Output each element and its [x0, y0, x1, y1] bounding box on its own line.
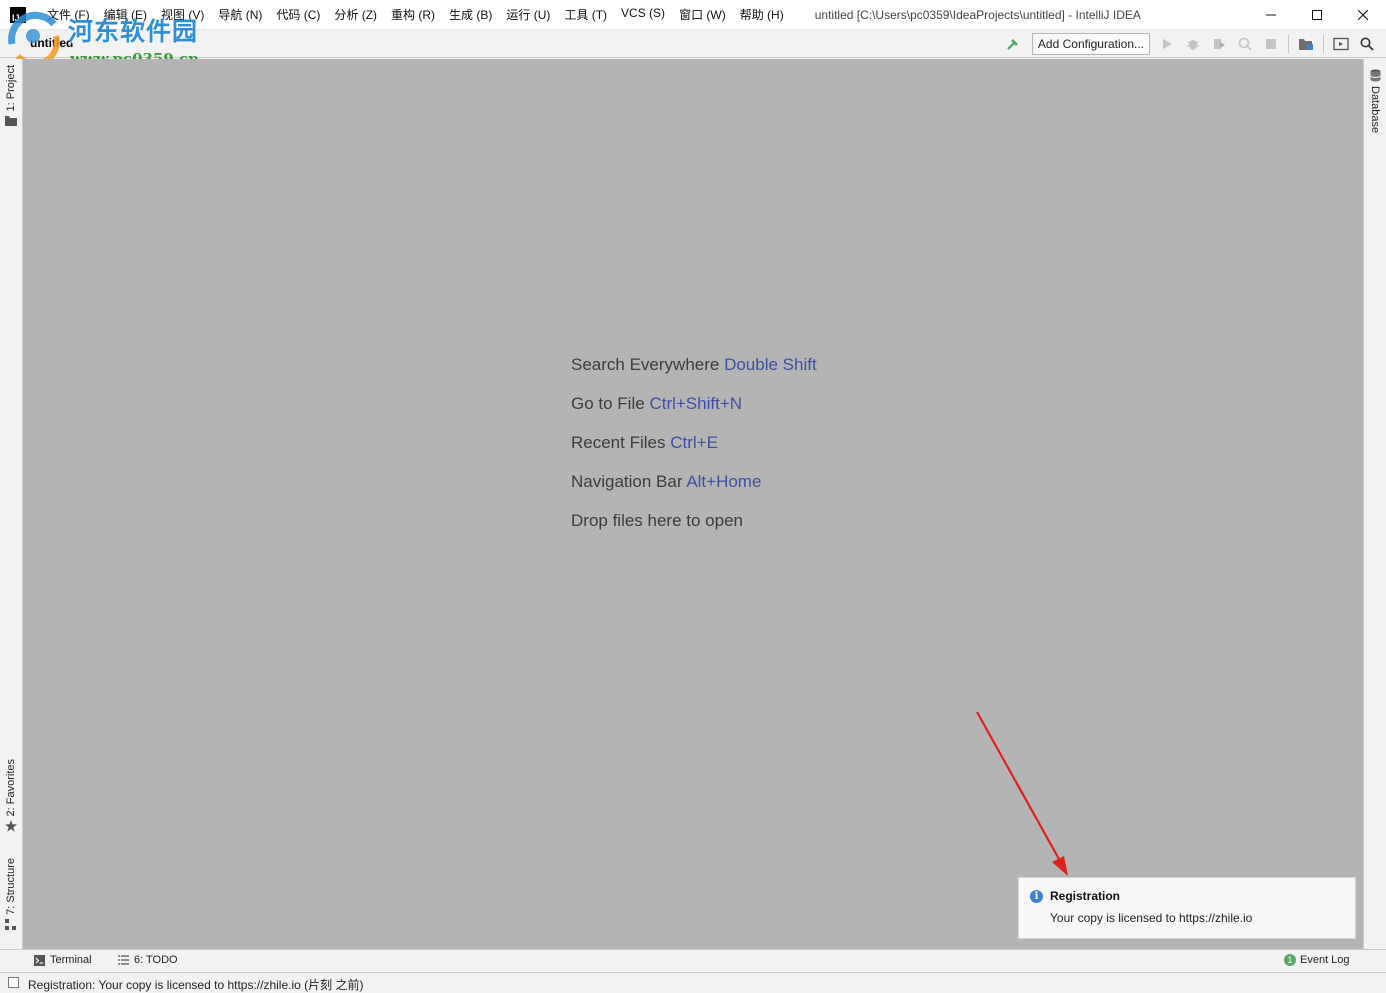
- tool-tab-todo[interactable]: 6: TODO: [118, 954, 178, 966]
- main-menu: 文件 (F) 编辑 (E) 视图 (V) 导航 (N) 代码 (C) 分析 (Z…: [40, 6, 791, 23]
- notification-body: Your copy is licensed to https://zhile.i…: [1050, 911, 1253, 925]
- tool-tab-structure-label: 7: Structure: [5, 858, 17, 915]
- minimize-icon: [1266, 14, 1276, 16]
- menu-code[interactable]: 代码 (C): [269, 6, 327, 23]
- menu-build[interactable]: 生成 (B): [442, 6, 499, 23]
- tip-text: Recent Files: [571, 433, 666, 452]
- tool-tab-favorites-label: 2: Favorites: [5, 759, 17, 817]
- tool-tab-terminal-label: Terminal: [50, 954, 92, 966]
- debug-icon[interactable]: [1180, 33, 1206, 55]
- menu-navigate[interactable]: 导航 (N): [211, 6, 269, 23]
- maximize-icon: [1312, 10, 1322, 20]
- maximize-button[interactable]: [1294, 0, 1340, 30]
- presentation-icon[interactable]: [1328, 33, 1354, 55]
- event-log-badge: 1: [1284, 954, 1296, 966]
- structure-icon: [5, 918, 16, 930]
- breadcrumb-project[interactable]: untitled: [30, 36, 73, 50]
- tip-recent-files: Recent Files Ctrl+E: [571, 432, 817, 471]
- menu-tools[interactable]: 工具 (T): [557, 6, 614, 23]
- window-title: untitled [C:\Users\pc0359\IdeaProjects\u…: [814, 7, 1141, 22]
- menu-refactor[interactable]: 重构 (R): [384, 6, 442, 23]
- tool-tab-terminal[interactable]: Terminal: [34, 954, 92, 966]
- terminal-icon: [34, 954, 45, 966]
- tip-shortcut: Alt+Home: [686, 472, 762, 491]
- tip-text: Search Everywhere: [571, 355, 720, 374]
- window-controls: [1248, 0, 1386, 30]
- tool-tab-database[interactable]: Database: [1369, 69, 1381, 133]
- database-icon: [1369, 69, 1381, 82]
- title-bar: IJ 文件 (F) 编辑 (E) 视图 (V) 导航 (N) 代码 (C) 分析…: [0, 0, 1386, 30]
- tool-tab-event-log[interactable]: 1 Event Log: [1284, 954, 1350, 966]
- menu-analyze[interactable]: 分析 (Z): [327, 6, 384, 23]
- tool-tab-event-log-label: Event Log: [1300, 954, 1350, 966]
- editor-empty-area[interactable]: Search Everywhere Double Shift Go to Fil…: [23, 59, 1363, 949]
- tool-tab-favorites[interactable]: 2: Favorites: [5, 759, 17, 833]
- tip-shortcut: Double Shift: [724, 355, 817, 374]
- search-icon[interactable]: [1354, 33, 1380, 55]
- add-configuration-button[interactable]: Add Configuration...: [1031, 33, 1150, 55]
- tip-navigation-bar: Navigation Bar Alt+Home: [571, 471, 817, 510]
- minimize-button[interactable]: [1248, 0, 1294, 30]
- tip-text: Drop files here to open: [571, 511, 743, 530]
- editor-tips: Search Everywhere Double Shift Go to Fil…: [571, 354, 817, 549]
- tip-text: Navigation Bar: [571, 472, 683, 491]
- info-icon: i: [1030, 890, 1043, 903]
- navigation-toolbar: untitled Add Configuration...: [0, 30, 1386, 58]
- tip-shortcut: Ctrl+E: [670, 433, 718, 452]
- status-message[interactable]: Registration: Your copy is licensed to h…: [28, 976, 363, 993]
- profile-icon[interactable]: [1232, 33, 1258, 55]
- right-tool-strip: Database: [1363, 59, 1386, 949]
- left-tool-strip: 1: Project 2: Favorites 7: Structure: [0, 59, 23, 949]
- tool-tab-structure[interactable]: 7: Structure: [5, 858, 17, 931]
- tool-tab-project[interactable]: 1: Project: [5, 65, 17, 127]
- menu-view[interactable]: 视图 (V): [154, 6, 211, 23]
- notification-title: Registration: [1050, 889, 1121, 903]
- menu-vcs[interactable]: VCS (S): [614, 6, 672, 23]
- close-window-button[interactable]: [1340, 0, 1386, 30]
- tip-go-to-file: Go to File Ctrl+Shift+N: [571, 393, 817, 432]
- tool-tab-project-label: 1: Project: [5, 65, 17, 112]
- coverage-icon[interactable]: [1206, 33, 1232, 55]
- tip-text: Go to File: [571, 394, 645, 413]
- stop-icon[interactable]: [1258, 33, 1284, 55]
- close-icon: [1358, 10, 1368, 20]
- folder-icon: [5, 116, 17, 127]
- menu-edit[interactable]: 编辑 (E): [97, 6, 154, 23]
- menu-file[interactable]: 文件 (F): [40, 6, 97, 23]
- menu-run[interactable]: 运行 (U): [499, 6, 557, 23]
- status-bar: Registration: Your copy is licensed to h…: [0, 972, 1386, 993]
- project-structure-icon[interactable]: [1293, 33, 1319, 55]
- todo-list-icon: [118, 955, 129, 965]
- registration-notification[interactable]: i Registration Your copy is licensed to …: [1018, 877, 1356, 939]
- intellij-app-icon[interactable]: IJ: [10, 6, 26, 23]
- toolbar-actions: Add Configuration...: [1000, 33, 1380, 55]
- toolbar-divider: [1288, 35, 1289, 53]
- tip-search-everywhere: Search Everywhere Double Shift: [571, 354, 817, 393]
- menu-window[interactable]: 窗口 (W): [672, 6, 733, 23]
- build-hammer-icon[interactable]: [1000, 33, 1026, 55]
- tip-drop-files: Drop files here to open: [571, 510, 817, 549]
- run-icon[interactable]: [1154, 33, 1180, 55]
- tip-shortcut: Ctrl+Shift+N: [649, 394, 743, 413]
- tool-tab-todo-label: 6: TODO: [134, 954, 178, 966]
- menu-help[interactable]: 帮助 (H): [733, 6, 791, 23]
- tool-windows-toggle[interactable]: [8, 977, 19, 988]
- star-icon: [5, 820, 17, 833]
- toolbar-divider: [1323, 35, 1324, 53]
- tool-tab-database-label: Database: [1369, 86, 1381, 134]
- bottom-tool-strip: Terminal 6: TODO 1 Event Log: [0, 949, 1386, 972]
